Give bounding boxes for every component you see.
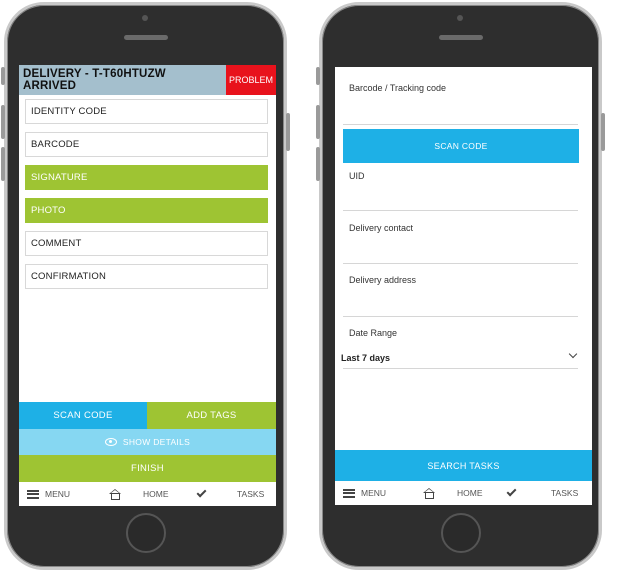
bottom-navbar: MENU HOME TASKS	[19, 482, 276, 506]
left-screen: DELIVERY - T-T60HTUZW ARRIVED PROBLEM ID…	[19, 65, 276, 506]
nav-home[interactable]: HOME	[143, 489, 169, 499]
nav-tasks[interactable]: TASKS	[237, 489, 264, 499]
problem-button[interactable]: PROBLEM	[226, 65, 276, 95]
home-icon	[109, 488, 121, 500]
row-barcode[interactable]: BARCODE	[25, 132, 268, 157]
delivery-address-field[interactable]: Delivery address	[343, 264, 578, 317]
volume-up-button	[1, 105, 5, 139]
left-phone-frame: DELIVERY - T-T60HTUZW ARRIVED PROBLEM ID…	[1, 2, 290, 570]
barcode-field[interactable]: Barcode / Tracking code	[343, 67, 578, 125]
barcode-field-label: Barcode / Tracking code	[349, 83, 447, 93]
nav-menu-label: MENU	[361, 488, 387, 498]
nav-home-label: HOME	[457, 488, 483, 498]
row-comment[interactable]: COMMENT	[25, 231, 268, 256]
nav-tasks[interactable]: TASKS	[551, 488, 578, 498]
power-button	[601, 113, 605, 151]
delivery-contact-label: Delivery contact	[349, 223, 414, 233]
nav-menu[interactable]: MENU	[343, 488, 386, 498]
nav-home-icon-button[interactable]	[109, 488, 121, 500]
menu-icon	[343, 488, 355, 498]
right-phone-frame: Barcode / Tracking code SCAN CODE UID De…	[316, 2, 605, 570]
row-identity-code[interactable]: IDENTITY CODE	[25, 99, 268, 124]
finish-button[interactable]: FINISH	[19, 455, 276, 482]
uid-field-label: UID	[349, 171, 365, 181]
camera-dot	[141, 15, 148, 21]
power-button	[286, 113, 290, 151]
eye-icon	[104, 438, 117, 446]
right-screen: Barcode / Tracking code SCAN CODE UID De…	[335, 67, 592, 505]
scan-code-button[interactable]: SCAN CODE	[19, 402, 147, 429]
home-icon	[423, 487, 435, 499]
date-range-label: Date Range	[349, 328, 398, 338]
delivery-contact-field[interactable]: Delivery contact	[343, 211, 578, 264]
nav-check[interactable]	[506, 486, 517, 497]
header-title-line2: ARRIVED	[23, 80, 77, 92]
date-range-value: Last 7 days	[341, 353, 391, 363]
row-photo[interactable]: PHOTO	[25, 198, 268, 223]
volume-up-button	[316, 105, 320, 139]
nav-menu[interactable]: MENU	[27, 489, 70, 499]
nav-home[interactable]: HOME	[457, 488, 483, 498]
delivery-address-label: Delivery address	[349, 275, 417, 285]
header-title-line1: DELIVERY - T-T60HTUZW	[23, 68, 166, 80]
phone-home-button	[440, 513, 481, 553]
nav-tasks-label: TASKS	[237, 489, 265, 499]
delivery-header: DELIVERY - T-T60HTUZW ARRIVED PROBLEM	[19, 65, 276, 95]
menu-icon	[27, 489, 39, 499]
bottom-navbar: MENU HOME TASKS	[335, 481, 592, 505]
row-confirmation[interactable]: CONFIRMATION	[25, 264, 268, 289]
row-signature[interactable]: SIGNATURE	[25, 165, 268, 190]
camera-dot	[456, 15, 463, 21]
mute-switch	[1, 67, 5, 85]
search-tasks-button[interactable]: SEARCH TASKS	[335, 450, 592, 481]
nav-home-label: HOME	[143, 489, 169, 499]
nav-home-icon-button[interactable]	[423, 487, 435, 499]
speaker-grille	[123, 35, 168, 40]
scan-code-button[interactable]: SCAN CODE	[343, 129, 579, 163]
nav-check[interactable]	[196, 487, 207, 498]
check-icon	[506, 486, 517, 497]
phone-home-button	[125, 513, 166, 553]
show-details-button[interactable]: SHOW DETAILS	[19, 429, 276, 455]
nav-menu-label: MENU	[45, 489, 71, 499]
mute-switch	[316, 67, 320, 85]
show-details-label: SHOW DETAILS	[122, 437, 191, 447]
speaker-grille	[438, 35, 483, 40]
page-title: DELIVERY - T-T60HTUZW ARRIVED	[23, 68, 223, 92]
volume-down-button	[316, 147, 320, 181]
nav-tasks-label: TASKS	[551, 488, 579, 498]
uid-field[interactable]: UID	[343, 163, 578, 211]
check-icon	[196, 487, 207, 498]
volume-down-button	[1, 147, 5, 181]
add-tags-button[interactable]: ADD TAGS	[147, 402, 276, 429]
